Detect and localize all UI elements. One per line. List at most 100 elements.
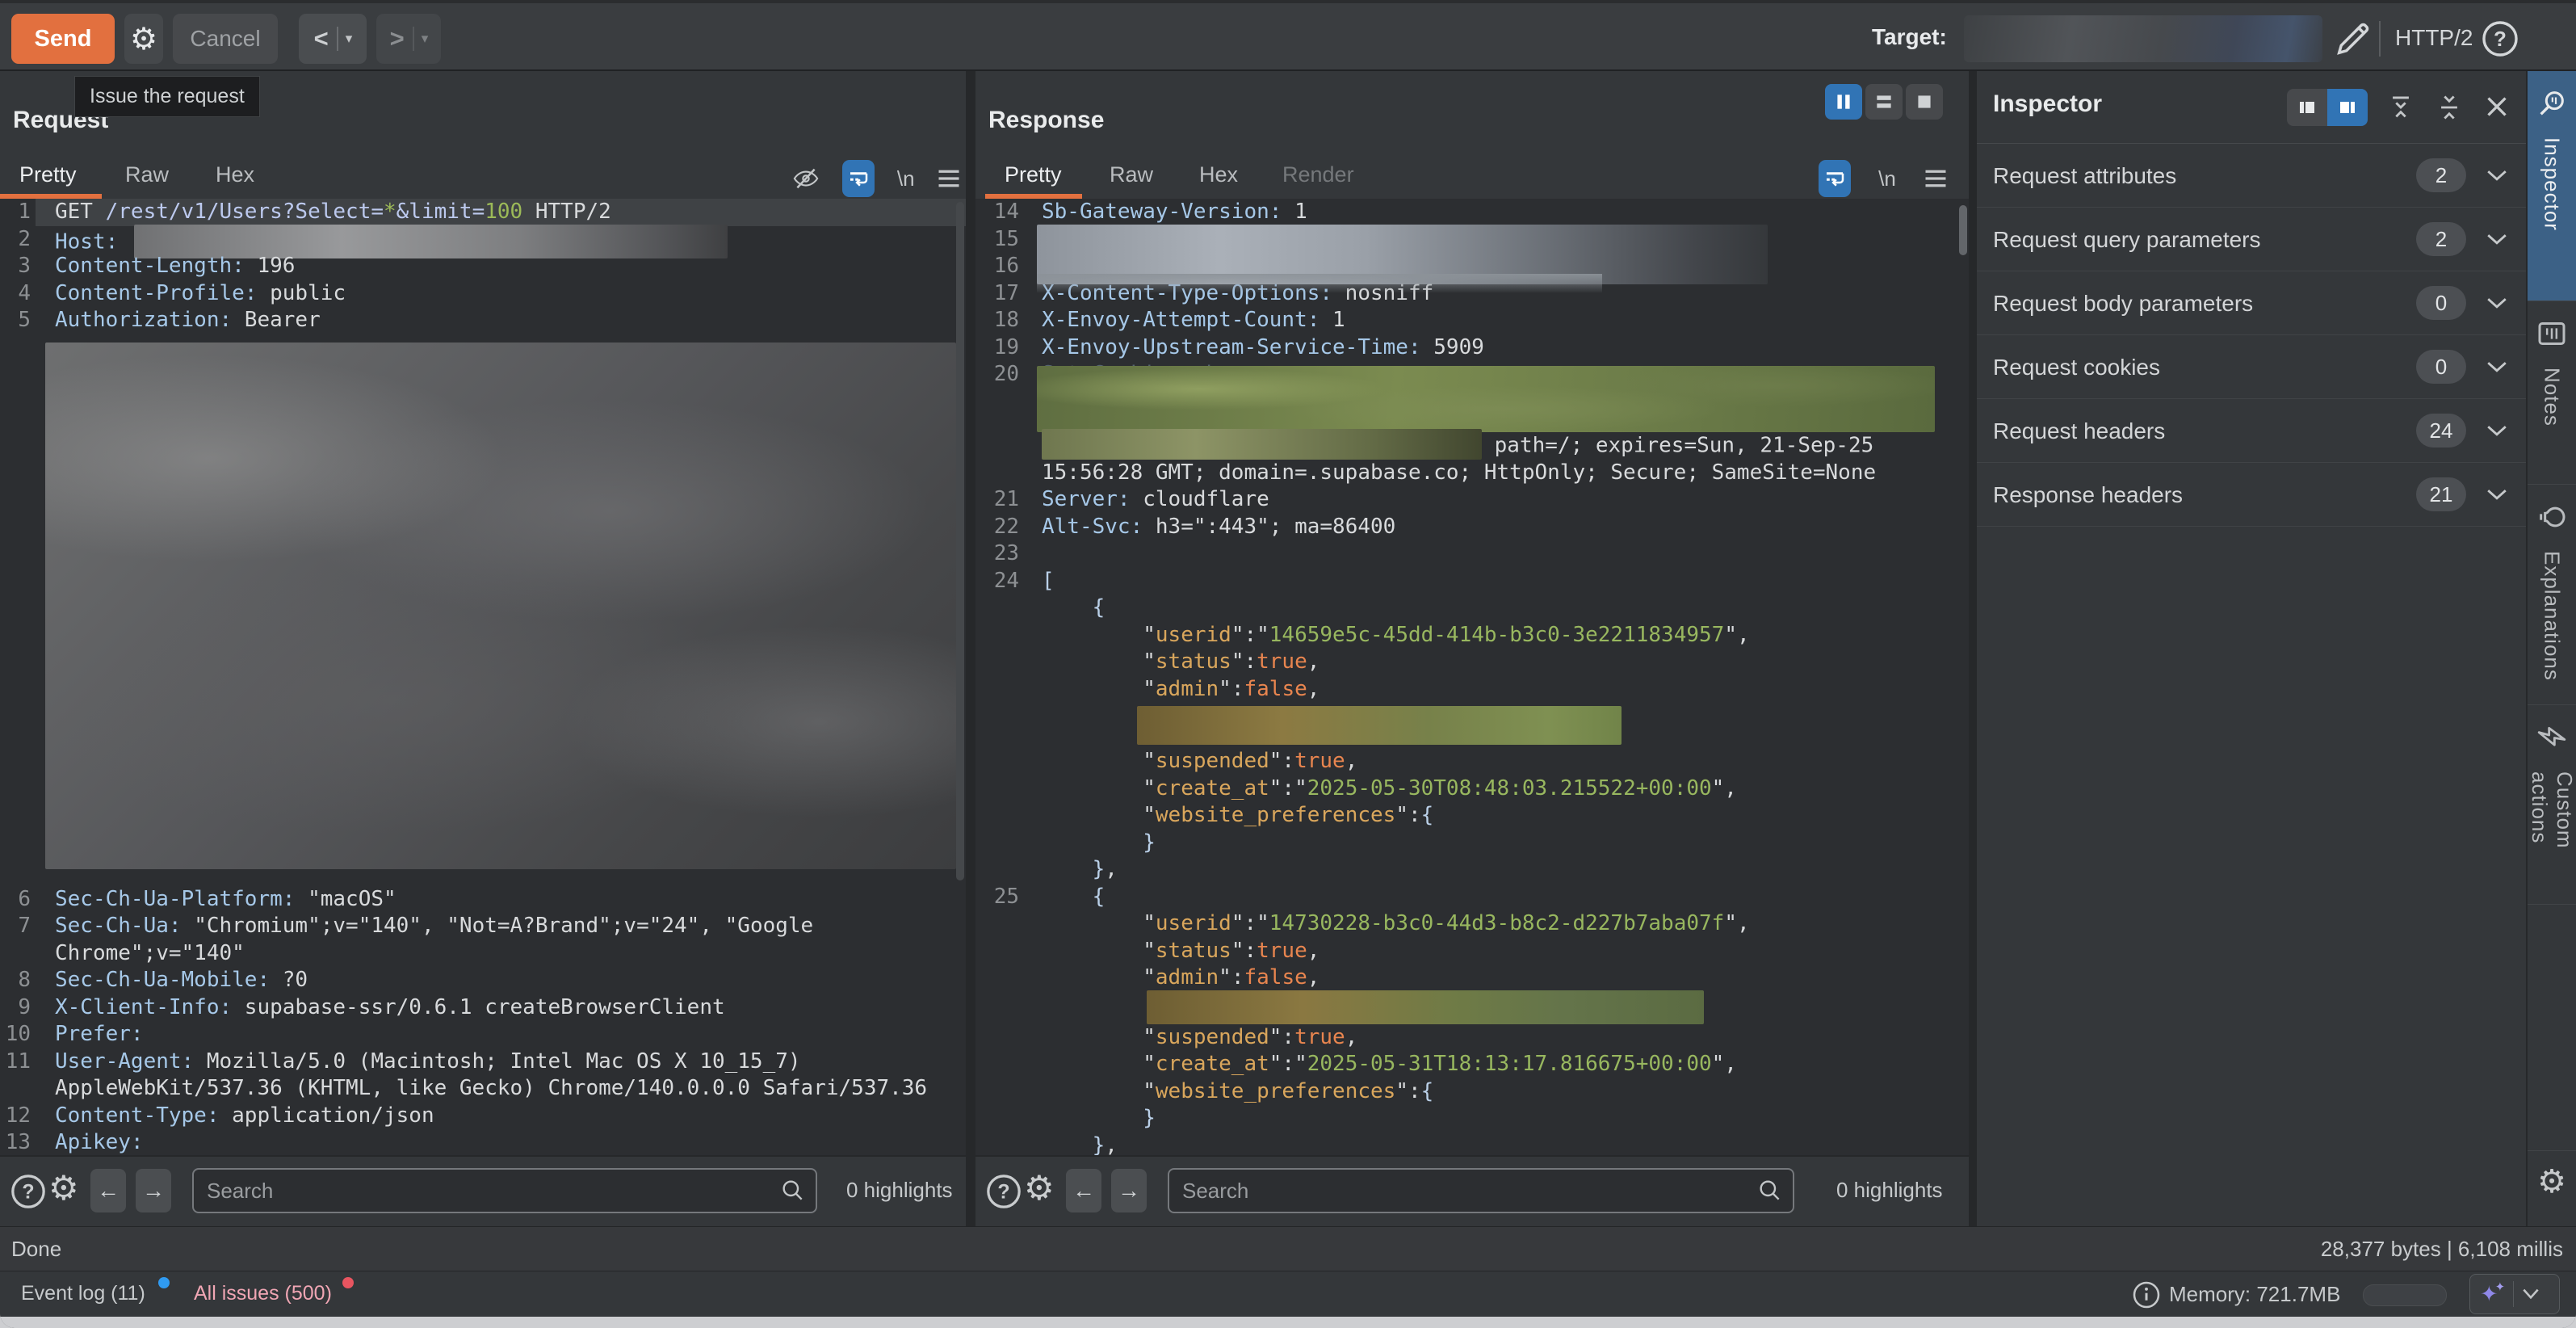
- panel-divider[interactable]: [1969, 71, 1977, 1226]
- chevron-down-icon: [2520, 1287, 2541, 1301]
- inspector-section-response-headers[interactable]: Response headers 21: [1977, 463, 2526, 527]
- cancel-button[interactable]: Cancel: [173, 14, 278, 64]
- side-tab-explanations[interactable]: Explanations: [2528, 485, 2576, 705]
- hide-nonprinting-eye-icon[interactable]: [791, 165, 820, 192]
- request-scrollbar[interactable]: [956, 202, 964, 880]
- editor-menu-icon[interactable]: [937, 168, 961, 189]
- layout-single-icon[interactable]: [1906, 84, 1943, 120]
- line-number: 16: [975, 253, 1026, 280]
- code-line: 18X-Envoy-Attempt-Count: 1: [975, 307, 1969, 334]
- code-line: 12Content-Type: application/json: [0, 1103, 966, 1130]
- tab-pretty[interactable]: Pretty: [19, 162, 77, 187]
- code-line: 5Authorization: Bearer: [0, 307, 966, 334]
- expand-all-icon[interactable]: [2385, 94, 2416, 121]
- back-dropdown-icon[interactable]: ▾: [338, 31, 360, 47]
- chevron-down-icon[interactable]: [2486, 359, 2508, 374]
- collapse-all-icon[interactable]: [2434, 94, 2465, 121]
- code-line: "create_at":"2025-05-30T08:48:03.215522+…: [975, 775, 1969, 803]
- code-line: "create_at":"2025-05-31T18:13:17.816675+…: [975, 1051, 1969, 1078]
- search-help-icon[interactable]: ?: [985, 1173, 1022, 1210]
- prev-match-button[interactable]: ←: [90, 1169, 126, 1212]
- chevron-down-icon[interactable]: [2486, 423, 2508, 438]
- code-line: "website_preferences":{: [975, 1078, 1969, 1106]
- tab-raw[interactable]: Raw: [1110, 162, 1153, 187]
- next-match-button[interactable]: →: [136, 1169, 171, 1212]
- search-input[interactable]: [192, 1168, 817, 1213]
- editor-menu-icon[interactable]: [1924, 168, 1948, 189]
- response-editor[interactable]: 14Sb-Gateway-Version: 1151617X-Content-T…: [975, 199, 1969, 1155]
- line-number: [975, 649, 1026, 676]
- response-scrollbar[interactable]: [1959, 205, 1967, 255]
- panel-divider[interactable]: [966, 71, 975, 1226]
- count-badge: 21: [2416, 477, 2466, 511]
- line-number: [975, 856, 1026, 884]
- line-number: [975, 1105, 1026, 1133]
- request-editor[interactable]: 1GET /rest/v1/Users?Select=*&limit=100 H…: [0, 199, 966, 1155]
- send-button[interactable]: Send: [11, 14, 115, 64]
- inspector-section-request-cookies[interactable]: Request cookies0: [1977, 335, 2526, 399]
- search-input[interactable]: [1168, 1168, 1794, 1213]
- line-number: [975, 595, 1026, 622]
- info-icon: [2132, 1280, 2161, 1309]
- ai-assistant-button[interactable]: ✦ ✦: [2469, 1274, 2560, 1314]
- search-settings-gear-icon[interactable]: ⚙: [1024, 1168, 1055, 1208]
- inspector-section-request-headers[interactable]: Request headers24: [1977, 399, 2526, 463]
- code-line: 24[: [975, 568, 1969, 595]
- tab-hex[interactable]: Hex: [216, 162, 254, 187]
- dock-right-icon[interactable]: [2327, 89, 2368, 126]
- tab-raw[interactable]: Raw: [125, 162, 169, 187]
- line-number: [975, 938, 1026, 965]
- request-settings-gear-icon[interactable]: ⚙: [124, 14, 163, 64]
- inspector-dock-toggle[interactable]: [2287, 89, 2368, 126]
- line-number: 11: [0, 1049, 36, 1076]
- target-field-redacted[interactable]: [1964, 15, 2322, 62]
- line-number: 4: [0, 280, 36, 308]
- side-tab-custom-actions[interactable]: Custom actions: [2528, 705, 2576, 905]
- chevron-down-icon[interactable]: [2486, 487, 2508, 502]
- close-icon[interactable]: [2482, 92, 2511, 121]
- code-line: Chrome";v="140": [0, 940, 966, 968]
- settings-gear-icon[interactable]: ⚙: [2528, 1163, 2576, 1200]
- redacted-blur: [1147, 990, 1704, 1024]
- help-icon[interactable]: ?: [2481, 19, 2519, 58]
- code-line: {: [975, 595, 1969, 622]
- code-line: [0, 334, 966, 886]
- edit-target-pencil-icon[interactable]: [2332, 18, 2374, 60]
- tab-pretty[interactable]: Pretty: [1005, 162, 1062, 187]
- chevron-down-icon[interactable]: [2486, 232, 2508, 246]
- inspector-section-request-query-parameters[interactable]: Request query parameters2: [1977, 208, 2526, 271]
- chevron-down-icon[interactable]: [2486, 296, 2508, 310]
- show-newlines-icon[interactable]: \n: [897, 166, 915, 191]
- line-number: 22: [975, 514, 1026, 541]
- layout-rows-icon[interactable]: [1865, 84, 1903, 120]
- side-tab-notes[interactable]: Notes: [2528, 301, 2576, 485]
- search-settings-gear-icon[interactable]: ⚙: [48, 1168, 79, 1208]
- status-bar: Done 28,377 bytes | 6,108 millis: [0, 1226, 2576, 1271]
- line-number: [975, 775, 1026, 803]
- forward-dropdown-icon[interactable]: ▾: [414, 31, 436, 47]
- chevron-down-icon[interactable]: [2486, 168, 2508, 183]
- layout-columns-icon[interactable]: [1825, 84, 1862, 120]
- line-number: 8: [0, 967, 36, 994]
- history-back-button[interactable]: < ▾: [299, 14, 367, 64]
- show-newlines-icon[interactable]: \n: [1878, 166, 1896, 191]
- event-log-link[interactable]: Event log (11): [21, 1282, 145, 1305]
- dock-left-icon[interactable]: [2287, 89, 2327, 126]
- next-match-button[interactable]: →: [1111, 1169, 1147, 1212]
- side-tab-label: Custom actions: [2527, 771, 2576, 904]
- line-number: [975, 910, 1026, 938]
- history-forward-button[interactable]: > ▾: [376, 14, 441, 64]
- notes-icon: [2536, 317, 2568, 350]
- word-wrap-icon[interactable]: [842, 160, 875, 197]
- redacted-blur: [1042, 429, 1482, 460]
- inspector-section-request-attributes[interactable]: Request attributes2: [1977, 144, 2526, 208]
- inspector-section-request-body-parameters[interactable]: Request body parameters0: [1977, 271, 2526, 335]
- search-help-icon[interactable]: ?: [10, 1173, 47, 1210]
- tab-hex[interactable]: Hex: [1199, 162, 1238, 187]
- all-issues-link[interactable]: All issues (500): [194, 1282, 332, 1305]
- prev-match-button[interactable]: ←: [1066, 1169, 1101, 1212]
- section-label: Response headers: [1993, 482, 2183, 508]
- line-number: [975, 1133, 1026, 1156]
- side-tab-inspector[interactable]: Inspector: [2528, 71, 2576, 301]
- word-wrap-icon[interactable]: [1819, 160, 1851, 197]
